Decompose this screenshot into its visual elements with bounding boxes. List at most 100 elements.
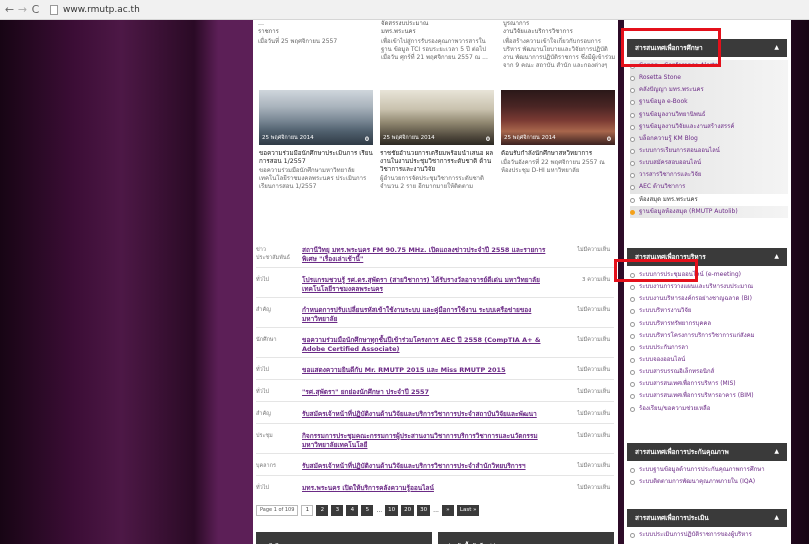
table-row: ข่าวประชาสัมพันธ์ สถานีวิทยุ มทร.พระนคร F… — [256, 238, 614, 268]
news-link[interactable]: โปรแกรมชวนรู้ รศ.ดร.สุพัตรา (สายวิชาการ)… — [302, 276, 550, 294]
table-row: สำคัญ กำหนดการปรับเปลี่ยนรหัสเข้าใช้งานระ… — [256, 298, 614, 328]
table-row: สำคัญ รับสมัครเจ้าหน้าที่ปฏิบัติงานด้านวิ… — [256, 402, 614, 424]
page-icon — [50, 4, 58, 15]
bullet-icon — [630, 148, 635, 154]
sidebar-item[interactable]: ระบบประเมินการปฏิบัติราชการของผู้บริหาร — [630, 529, 788, 541]
sidebar-item[interactable]: คลังปัญญา มทร.พระนคร — [630, 84, 788, 97]
sidebar-item[interactable]: Rosetta Stone — [630, 72, 788, 85]
news-link[interactable]: "รศ.สุพัตรา" ยกย่องนักศึกษา ประจำปี 2557 — [302, 388, 550, 397]
top-news-1[interactable]: … ราชการ เมื่อวันที่ 25 พฤศจิกายน 2557 — [258, 20, 372, 46]
back-arrow-icon[interactable]: ← — [4, 4, 15, 15]
news-card-2[interactable]: ราชชัยอำนวยการเตรียมพร้อมนำเสนอ ผลงานในง… — [380, 150, 494, 191]
news-link[interactable]: กำหนดการปรับเปลี่ยนรหัสเข้าใช้งานระบบ แล… — [302, 306, 550, 324]
page-button[interactable]: 5 — [361, 505, 374, 516]
sidebar-item[interactable]: AEC ด้านวิชาการ — [630, 181, 788, 194]
table-row: ทั่วไป ขอแสดงความยินดีกับ Mr. RMUTP 2015 … — [256, 358, 614, 380]
top-news-2[interactable]: จัดสรรงบประมาณ มทร.พระนคร เพื่อเข้าไปสู่… — [381, 20, 495, 62]
news-link[interactable]: มทร.พระนคร เปิดให้บริการคลังความรู้ออนไล… — [302, 484, 550, 493]
news-link[interactable]: สถานีวิทยุ มทร.พระนคร FM 90.75 MHz. เปิด… — [302, 246, 550, 264]
evaluation-links: ระบบประเมินการปฏิบัติราชการของผู้บริหาร — [630, 529, 788, 541]
news-thumbnail-3[interactable]: 25 พฤศจิกายน 2014 0 — [501, 90, 615, 145]
page-button[interactable]: 4 — [346, 505, 359, 516]
bullet-icon — [630, 370, 635, 376]
sidebar-item[interactable]: ระบบสารบรรณอิเล็กทรอนิกส์ — [630, 366, 788, 378]
bullet-icon — [630, 124, 635, 130]
bullet-icon — [630, 161, 635, 167]
sidebar-item[interactable]: ระบบจองออนไลน์ — [630, 354, 788, 366]
reload-icon[interactable]: C — [30, 4, 41, 15]
sidebar-item[interactable]: ฐานข้อมูลงานวิจัยและงานสร้างสรรค์ — [630, 120, 788, 133]
sidebar-item[interactable]: ร้องเรียน/ขอความช่วยเหลือ — [630, 403, 788, 415]
address-bar[interactable]: www.rmutp.ac.th — [63, 5, 140, 15]
table-row: ทั่วไป โปรแกรมชวนรู้ รศ.ดร.สุพัตรา (สายวิ… — [256, 268, 614, 298]
bullet-icon — [630, 285, 635, 291]
section-header-quality[interactable]: สารสนเทศเพื่อการประกันคุณภาพ ▲ — [627, 443, 787, 461]
bullet-icon — [630, 185, 635, 191]
quality-links: ระบบฐานข้อมูลด้านการประกันคุณภาพการศึกษา… — [630, 464, 788, 488]
sidebar-item[interactable]: ระบบบริหารงานวิจัย — [630, 305, 788, 317]
page-info: Page 1 of 109 — [256, 505, 299, 516]
page-button[interactable]: 30 — [417, 505, 431, 516]
bullet-icon — [630, 100, 635, 106]
sidebar-item[interactable]: ระบบฐานข้อมูลด้านการประกันคุณภาพการศึกษา — [630, 464, 788, 476]
page-button[interactable]: 2 — [316, 505, 329, 516]
table-row: ทั่วไป "รศ.สุพัตรา" ยกย่องนักศึกษา ประจำป… — [256, 380, 614, 402]
page-button[interactable]: 3 — [331, 505, 344, 516]
bottom-box-procurement[interactable]: ข่าวจัดซื้อจัดจ้าง/ประกวดราคา — [438, 532, 614, 544]
sidebar-item[interactable]: ระบบงานการวางแผนและบริหารงบประมาณ — [630, 281, 788, 293]
sidebar-item[interactable]: ฐานข้อมูลห้องสมุด (RMUTP Autolib) — [630, 205, 788, 218]
bullet-icon — [630, 533, 635, 538]
sidebar: สารสนเทศเพื่อการศึกษา ▲ Conan - Conferenc… — [624, 20, 791, 544]
page-button[interactable]: 20 — [401, 505, 415, 516]
collapse-caret-icon[interactable]: ▲ — [774, 509, 779, 527]
news-thumbnail-2[interactable]: 25 พฤศจิกายน 2014 0 — [380, 90, 494, 145]
news-thumbnail-1[interactable]: 25 พฤศจิกายน 2014 0 — [259, 90, 373, 145]
sidebar-item[interactable]: บล็อกความรู้ KM Blog — [630, 132, 788, 145]
news-card-1[interactable]: ขอความร่วมมือนักศึกษาประเมินการ เรียนการ… — [259, 150, 373, 191]
bullet-icon — [630, 468, 635, 473]
last-page-button[interactable]: Last » — [456, 505, 480, 516]
sidebar-item[interactable]: ระบบงานบริหารองค์กรอย่างชาญฉลาด (BI) — [630, 293, 788, 305]
sidebar-item[interactable]: ระบบสารสนเทศเพื่อการบริหารอาคาร (BIM) — [630, 390, 788, 402]
table-row: ทั่วไป มทร.พระนคร เปิดให้บริการคลังความรู… — [256, 484, 610, 493]
sidebar-item[interactable]: ฐานข้อมูลงานวิทยานิพนธ์ — [630, 108, 788, 121]
news-link[interactable]: กิจกรรมการประชุมคณะกรรมการผู้ประสานงานวิ… — [302, 432, 550, 450]
bullet-icon — [630, 321, 635, 327]
table-row: ประชุม กิจกรรมการประชุมคณะกรรมการผู้ประสา… — [256, 424, 614, 454]
sidebar-item[interactable]: ระบบติดตามการพัฒนาคุณภาพภายใน (IQA) — [630, 476, 788, 488]
news-link[interactable]: รับสมัครเจ้าหน้าที่ปฏิบัติงานด้านวิจัยแล… — [302, 410, 550, 419]
table-row: บุคลากร รับสมัครเจ้าหน้าที่ปฏิบัติงานด้าน… — [256, 454, 614, 476]
news-link[interactable]: ขอแสดงความยินดีกับ Mr. RMUTP 2015 และ Mi… — [302, 366, 550, 375]
bullet-icon — [630, 357, 635, 363]
news-card-3[interactable]: ต้อนรับกำลังนักศึกษาสหวิทยาการ เมื่อวันอ… — [501, 150, 615, 175]
collapse-caret-icon[interactable]: ▲ — [774, 248, 779, 266]
page-button[interactable]: 10 — [385, 505, 399, 516]
collapse-caret-icon[interactable]: ▲ — [774, 443, 779, 461]
collapse-caret-icon[interactable]: ▲ — [774, 39, 779, 57]
news-link[interactable]: ขอความร่วมมือนักศึกษาทุกชั้นปีเข้าร่วมโค… — [302, 336, 550, 354]
bullet-icon — [630, 406, 635, 412]
forward-arrow-icon[interactable]: → — [17, 4, 28, 15]
bullet-icon — [630, 309, 635, 315]
education-links: Conan - Conference Alerts Rosetta Stone … — [630, 60, 788, 218]
bullet-icon — [630, 345, 635, 351]
main-content: … ราชการ เมื่อวันที่ 25 พฤศจิกายน 2557 จ… — [253, 20, 618, 544]
sidebar-item[interactable]: ฐานข้อมูล e-Book — [630, 96, 788, 109]
next-page-button[interactable]: » — [441, 505, 454, 516]
sidebar-item[interactable]: ระบบบริหารทรัพยากรบุคคล — [630, 318, 788, 330]
sidebar-item[interactable]: ระบบประกันการลา — [630, 342, 788, 354]
page-button[interactable]: 1 — [301, 505, 314, 516]
top-news-3[interactable]: บูรณาการ งานวิจัยและบริการวิชาการ เพื่อส… — [503, 20, 617, 70]
bottom-box-repository[interactable]: คลังปัญญา ราชมงคลพระนคร — [256, 532, 432, 544]
sidebar-item[interactable]: ระบบสารสนเทศเพื่อการบริหาร (MIS) — [630, 378, 788, 390]
news-list: ข่าวประชาสัมพันธ์ สถานีวิทยุ มทร.พระนคร F… — [256, 238, 614, 498]
news-link[interactable]: รับสมัครเจ้าหน้าที่ปฏิบัติงานด้านวิจัยแล… — [302, 462, 550, 471]
table-row: นักศึกษา ขอความร่วมมือนักศึกษาทุกชั้นปีเข… — [256, 328, 614, 358]
section-header-evaluation[interactable]: สารสนเทศเพื่อการประเมิน ▲ — [627, 509, 787, 527]
sidebar-item-library[interactable]: ห้องสมุด มทร.พระนคร — [630, 194, 788, 206]
sidebar-item[interactable]: ระบบสมัครสอบออนไลน์ — [630, 157, 788, 170]
sidebar-item[interactable]: วารสารวิชาการและวิจัย — [630, 169, 788, 182]
sidebar-item[interactable]: ระบบบริหารโครงการบริการวิชาการแก่สังคม — [630, 330, 788, 342]
sidebar-item[interactable]: ระบบการเรียนการสอนออนไลน์ — [630, 144, 788, 158]
bullet-icon — [630, 136, 635, 142]
